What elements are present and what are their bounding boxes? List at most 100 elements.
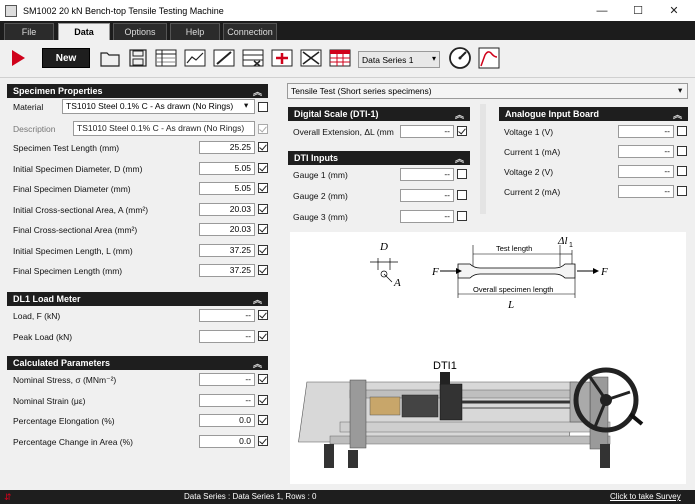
field-value[interactable]: --	[199, 329, 255, 343]
field-checkbox[interactable]	[258, 162, 268, 173]
field-checkbox[interactable]	[258, 415, 268, 425]
collapse-icon[interactable]: ︽	[253, 85, 262, 98]
collapse-icon[interactable]: ︽	[253, 357, 262, 370]
material-checkbox[interactable]	[258, 102, 268, 112]
field-checkbox[interactable]	[258, 435, 268, 446]
field-value[interactable]: 5.05	[199, 161, 255, 175]
app-icon	[5, 4, 17, 17]
field-value[interactable]: 37.25	[199, 264, 255, 277]
field-checkbox[interactable]	[258, 224, 268, 234]
field-label: Voltage 1 (V)	[504, 127, 554, 137]
graph-icon[interactable]	[183, 46, 207, 70]
overall-extension-field[interactable]: --	[400, 125, 454, 138]
field-checkbox[interactable]	[677, 146, 687, 156]
digital-scale-header[interactable]: Digital Scale (DTI-1) ︽	[288, 107, 470, 121]
table-icon[interactable]	[154, 46, 178, 70]
field-value[interactable]: --	[618, 185, 674, 198]
field-value[interactable]: --	[400, 210, 454, 223]
field-checkbox[interactable]	[258, 330, 268, 341]
gauge-icon[interactable]	[448, 46, 472, 70]
delete-row-icon[interactable]	[241, 46, 265, 70]
diagram-test-length: Test length	[496, 244, 532, 253]
field-checkbox[interactable]	[677, 126, 687, 136]
tab-file[interactable]: File	[4, 23, 54, 40]
maximize-button[interactable]: ☐	[620, 0, 656, 21]
field-checkbox[interactable]	[258, 394, 268, 405]
open-folder-icon[interactable]	[98, 46, 122, 70]
field-label: Load, F (kN)	[13, 311, 61, 321]
collapse-icon[interactable]: ︽	[455, 108, 464, 121]
field-value[interactable]: 0.0	[199, 434, 255, 448]
data-grid-icon[interactable]	[328, 46, 352, 70]
field-checkbox[interactable]	[258, 142, 268, 152]
scrollbar[interactable]	[480, 104, 486, 214]
field-label: Initial Specimen Length, L (mm)	[13, 245, 133, 256]
field-checkbox[interactable]	[258, 374, 268, 384]
field-checkbox[interactable]	[457, 169, 467, 179]
new-button[interactable]: New	[42, 48, 90, 68]
data-series-select[interactable]: Data Series 1 ▾	[358, 51, 440, 68]
material-select[interactable]: TS1010 Steel 0.1% C - As drawn (No Rings…	[62, 99, 255, 114]
field-value[interactable]: --	[618, 125, 674, 138]
dti-inputs-title: DTI Inputs	[294, 153, 338, 163]
field-value[interactable]: --	[400, 189, 454, 202]
dti-inputs-header[interactable]: DTI Inputs ︽	[288, 151, 470, 165]
field-checkbox[interactable]	[258, 183, 268, 193]
run-icon[interactable]	[6, 46, 30, 70]
field-value[interactable]: 37.25	[199, 243, 255, 257]
field-label: Final Specimen Length (mm)	[13, 266, 123, 276]
load-meter-header[interactable]: DL1 Load Meter ︽	[7, 292, 268, 306]
stress-strain-icon[interactable]	[477, 46, 501, 70]
collapse-icon[interactable]: ︽	[673, 108, 682, 121]
field-value[interactable]: --	[199, 393, 255, 407]
tab-help[interactable]: Help	[170, 23, 220, 40]
menu-bar: File Data Options Help Connection	[0, 21, 695, 40]
field-value[interactable]: --	[618, 145, 674, 158]
test-type-select[interactable]: Tensile Test (Short series specimens)	[287, 83, 688, 99]
tab-data[interactable]: Data	[58, 23, 110, 40]
diagram-a-label: A	[393, 277, 401, 289]
add-row-icon[interactable]	[270, 46, 294, 70]
overall-extension-checkbox[interactable]	[457, 126, 467, 136]
field-checkbox[interactable]	[457, 211, 467, 221]
material-label: Material	[13, 102, 44, 112]
description-field[interactable]: TS1010 Steel 0.1% C - As drawn (No Rings…	[73, 121, 255, 136]
specimen-properties-header[interactable]: Specimen Properties ︽	[7, 84, 268, 98]
test-type-value: Tensile Test (Short series specimens)	[291, 86, 432, 96]
field-value[interactable]: --	[199, 309, 255, 322]
survey-link[interactable]: Click to take Survey	[610, 492, 681, 501]
field-value[interactable]: --	[400, 168, 454, 181]
calculated-parameters-header[interactable]: Calculated Parameters ︽	[7, 356, 268, 370]
field-label: Final Specimen Diameter (mm)	[13, 184, 131, 194]
analogue-input-header[interactable]: Analogue Input Board ︽	[499, 107, 688, 121]
chevron-down-icon: ▾	[431, 54, 436, 63]
tab-connection[interactable]: Connection	[223, 23, 277, 40]
field-value[interactable]: 20.03	[199, 223, 255, 236]
specimen-properties-title: Specimen Properties	[13, 86, 103, 96]
field-checkbox[interactable]	[258, 203, 268, 214]
close-button[interactable]: ✕	[656, 0, 692, 21]
diagram-area: D A Test length Δl 1 F F Overall specime…	[290, 232, 686, 484]
field-value[interactable]: 25.25	[199, 141, 255, 154]
machine-illustration	[298, 367, 644, 468]
minimize-button[interactable]: —	[584, 0, 620, 21]
field-value[interactable]: --	[618, 165, 674, 178]
field-checkbox[interactable]	[677, 186, 687, 196]
tab-options[interactable]: Options	[113, 23, 167, 40]
field-value[interactable]: 5.05	[199, 182, 255, 195]
field-label: Gauge 1 (mm)	[293, 170, 348, 180]
collapse-icon[interactable]: ︽	[253, 293, 262, 306]
field-checkbox[interactable]	[258, 310, 268, 320]
clear-table-icon[interactable]	[299, 46, 323, 70]
field-value[interactable]: 0.0	[199, 414, 255, 427]
field-value[interactable]: 20.03	[199, 202, 255, 216]
field-checkbox[interactable]	[258, 265, 268, 275]
description-checkbox[interactable]	[258, 124, 268, 134]
collapse-icon[interactable]: ︽	[455, 152, 464, 165]
field-checkbox[interactable]	[457, 190, 467, 200]
edit-table-icon[interactable]	[212, 46, 236, 70]
field-value[interactable]: --	[199, 373, 255, 386]
field-checkbox[interactable]	[258, 244, 268, 255]
save-icon[interactable]	[126, 46, 150, 70]
field-checkbox[interactable]	[677, 166, 687, 176]
